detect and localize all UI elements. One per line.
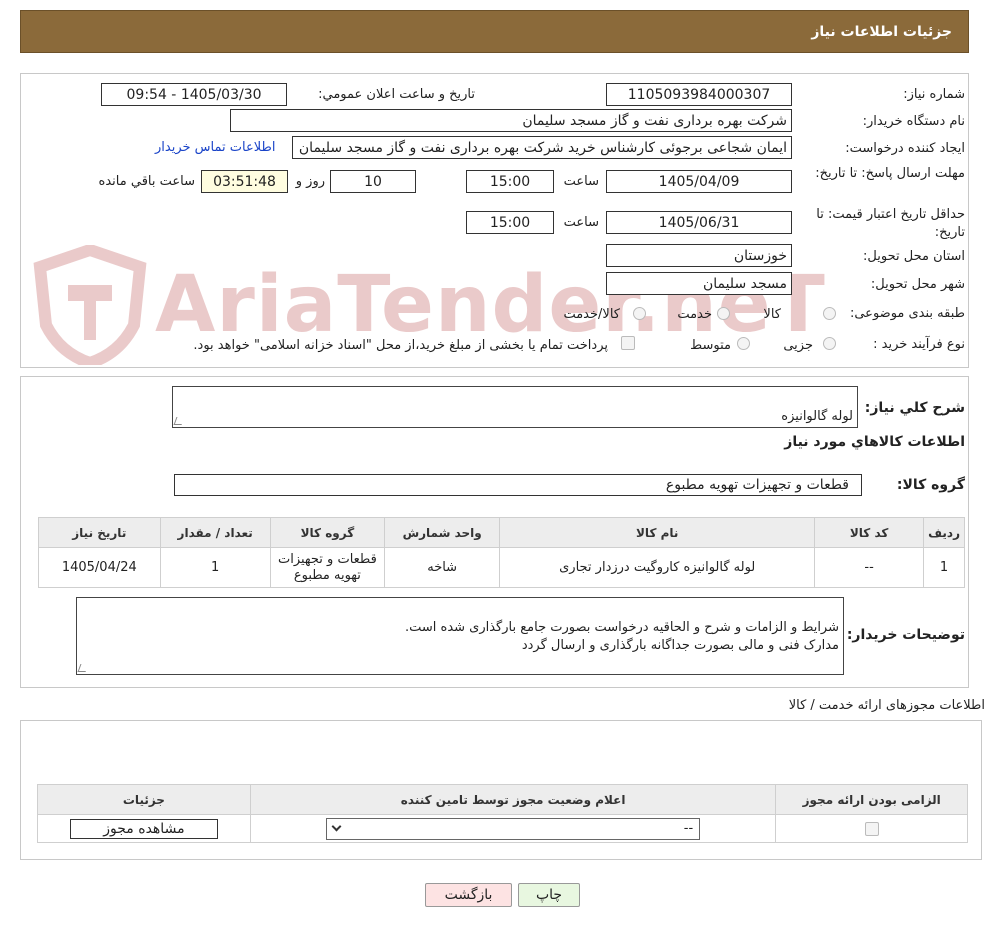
validity-time-field: 15:00 (466, 211, 554, 234)
remaining-label: ساعت باقي مانده (98, 174, 195, 189)
remaining-time-field: 03:51:48 (201, 170, 288, 193)
col-name: نام کالا (499, 517, 816, 548)
cell-code: -- (814, 547, 925, 588)
group-value: قطعات و تجهیزات تهویه مطبوع (665, 477, 849, 493)
col-group: گروه کالا (269, 517, 386, 548)
process-label: نوع فرآیند خرید : (873, 337, 965, 352)
summary-textarea: لوله گالوانیزه (172, 386, 858, 428)
deadline-time-label: ساعت (563, 174, 599, 189)
cell-unit: شاخه (384, 547, 501, 588)
buyer-field: شرکت بهره برداری نفت و گاز مسجد سلیمان (230, 109, 792, 132)
permits-table: الزامی بودن ارائه مجوز اعلام وضعیت مجوز … (37, 784, 968, 843)
cell-date: 1405/04/24 (38, 547, 161, 588)
creator-field: ایمان شجاعی برجوئی کارشناس خرید شرکت بهر… (292, 136, 792, 159)
col-qty: تعداد / مقدار (159, 517, 271, 548)
cell-name: لوله گالوانیزه کاروگیت درزدار تجاری (499, 547, 816, 588)
buyer-notes-label: توضیحات خریدار: (846, 627, 965, 643)
view-permit-button[interactable]: مشاهده مجوز (69, 818, 218, 839)
view-permit-label: مشاهده مجوز (103, 820, 185, 837)
col-date: تاریخ نیاز (38, 517, 161, 548)
back-button-label: بازگشت (444, 887, 493, 903)
cell-permit-details: مشاهده مجوز (37, 814, 251, 843)
validity-date-field: 1405/06/31 (606, 211, 792, 234)
permit-required-checkbox (864, 821, 879, 836)
print-button-label: چاپ (535, 887, 563, 903)
cell-group: قطعات و تجهیزات تهویه مطبوع (269, 547, 386, 588)
category-service-label: خدمت (677, 307, 712, 322)
creator-label: ایجاد کننده درخواست: (845, 141, 965, 156)
days-label: روز و (295, 174, 325, 189)
cell-qty: 1 (159, 547, 271, 588)
chevron-down-icon (331, 821, 342, 832)
table-row: -- مشاهده مجوز (37, 814, 968, 843)
province-label: استان محل تحویل: (863, 249, 965, 264)
permit-status-select[interactable]: -- (326, 817, 701, 840)
need-number-field: 1105093984000307 (606, 83, 792, 106)
category-goods-service-label: کالا/خدمت (563, 307, 620, 322)
permit-status-value: -- (683, 821, 694, 836)
process-partial-label: جزیی (783, 338, 813, 353)
col-code: کد کالا (814, 517, 925, 548)
goods-info-title: اطلاعات کالاهاي مورد نیاز (784, 434, 965, 450)
goods-table-header: ردیف کد کالا نام کالا واحد شمارش گروه کا… (38, 517, 965, 548)
buyer-notes-text: شرایط و الزامات و شرح و الحاقیه درخواست … (404, 620, 839, 653)
back-button[interactable]: بازگشت (425, 883, 512, 907)
deadline-date-field: 1405/04/09 (606, 170, 792, 193)
announce-label: تاریخ و ساعت اعلان عمومي: (318, 87, 475, 102)
category-goods-radio[interactable] (823, 307, 836, 320)
col-row: ردیف (923, 517, 965, 548)
category-service-radio[interactable] (717, 307, 730, 320)
page-title: جزئیات اطلاعات نیاز (811, 23, 952, 40)
process-medium-radio[interactable] (737, 337, 750, 350)
goods-table: ردیف کد کالا نام کالا واحد شمارش گروه کا… (38, 517, 965, 588)
province-field: خوزستان (606, 244, 792, 267)
col-permit-status: اعلام وضعیت مجوز توسط تامین کننده (249, 784, 777, 815)
group-field: قطعات و تجهیزات تهویه مطبوع (174, 474, 862, 496)
deadline-time-field: 15:00 (466, 170, 554, 193)
city-label: شهر محل تحویل: (870, 277, 965, 292)
process-medium-label: متوسط (690, 338, 731, 353)
cell-permit-status: -- (249, 814, 777, 843)
city-field: مسجد سلیمان (606, 272, 792, 295)
deadline-label: مهلت ارسال پاسخ: تا تاریخ: (815, 166, 965, 181)
col-unit: واحد شمارش (384, 517, 501, 548)
col-permit-details: جزئیات (37, 784, 251, 815)
page-header: جزئیات اطلاعات نیاز (20, 10, 969, 53)
permits-title: اطلاعات مجوزهای ارائه خدمت / کالا (788, 698, 985, 713)
print-button[interactable]: چاپ (518, 883, 580, 907)
summary-label: شرح کلي نیاز: (864, 400, 965, 416)
validity-time-label: ساعت (563, 215, 599, 230)
validity-label: حداقل تاریخ اعتبار قیمت: تا تاریخ: (816, 207, 965, 240)
resize-grip-icon[interactable] (77, 664, 89, 672)
announce-field: 1405/03/30 - 09:54 (101, 83, 287, 106)
contact-buyer-link[interactable]: اطلاعات تماس خریدار (155, 140, 275, 155)
cell-permit-required (775, 814, 968, 843)
group-label: گروه کالا: (896, 477, 965, 493)
table-row: 1 -- لوله گالوانیزه کاروگیت درزدار تجاری… (38, 547, 965, 588)
buyer-notes-textarea: شرایط و الزامات و شرح و الحاقیه درخواست … (76, 597, 844, 675)
days-field: 10 (330, 170, 416, 193)
category-label: طبقه بندی موضوعی: (849, 306, 965, 321)
resize-grip-icon[interactable] (173, 417, 185, 425)
category-goods-service-radio[interactable] (633, 307, 646, 320)
col-permit-required: الزامی بودن ارائه مجوز (775, 784, 968, 815)
permits-table-header: الزامی بودن ارائه مجوز اعلام وضعیت مجوز … (37, 784, 968, 815)
need-number-label: شماره نیاز: (903, 87, 965, 102)
treasury-payment-note: پرداخت تمام یا بخشی از مبلغ خرید،از محل … (193, 338, 608, 353)
process-partial-radio[interactable] (823, 337, 836, 350)
treasury-payment-checkbox[interactable] (621, 336, 635, 350)
summary-text: لوله گالوانیزه (781, 409, 853, 424)
cell-row: 1 (923, 547, 965, 588)
buyer-label: نام دستگاه خریدار: (862, 114, 965, 129)
category-goods-label: کالا (763, 307, 781, 322)
